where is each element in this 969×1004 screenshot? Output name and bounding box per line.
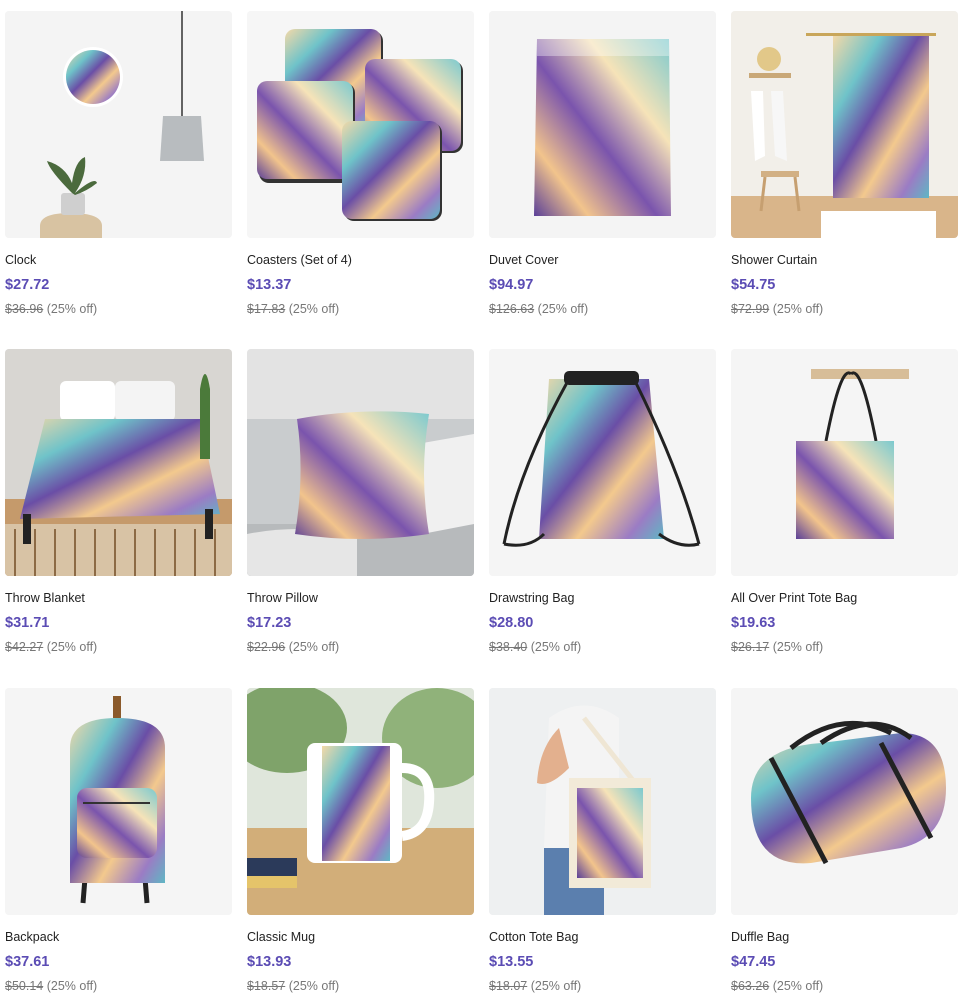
product-price: $54.75: [731, 277, 776, 293]
original-price-row: $17.83 (25% off): [247, 301, 474, 317]
original-price: $50.14: [5, 979, 44, 993]
shower-curtain-illustration: [731, 11, 958, 238]
product-title[interactable]: Cotton Tote Bag: [489, 929, 716, 945]
backpack-illustration: [5, 688, 232, 915]
product-title[interactable]: Backpack: [5, 929, 232, 945]
original-price: $26.17: [731, 640, 770, 654]
product-price: $13.55: [489, 954, 534, 970]
duffle-bag-illustration: [731, 688, 958, 915]
original-price-row: $26.17 (25% off): [731, 639, 958, 655]
product-title[interactable]: Shower Curtain: [731, 252, 958, 268]
original-price-row: $72.99 (25% off): [731, 301, 958, 317]
tote-bag-product-image[interactable]: [731, 349, 958, 576]
duvet-illustration: [489, 11, 716, 238]
discount-label: (25% off): [772, 302, 824, 316]
mug-illustration: [247, 688, 474, 915]
original-price-row: $22.96 (25% off): [247, 639, 474, 655]
original-price: $36.96: [5, 302, 44, 316]
original-price-row: $126.63 (25% off): [489, 301, 716, 317]
product-price: $13.37: [247, 277, 292, 293]
mug-product-image[interactable]: [247, 688, 474, 915]
product-title[interactable]: Clock: [5, 252, 232, 268]
product-card-clock[interactable]: Clock $27.72 $36.96 (25% off): [5, 11, 232, 317]
discount-label: (25% off): [772, 979, 824, 993]
throw-blanket-illustration: [5, 349, 232, 576]
original-price: $42.27: [5, 640, 44, 654]
tote-bag-illustration: [731, 349, 958, 576]
throw-blanket-product-image[interactable]: [5, 349, 232, 576]
discount-label: (25% off): [46, 979, 98, 993]
product-title[interactable]: Classic Mug: [247, 929, 474, 945]
product-title[interactable]: Drawstring Bag: [489, 590, 716, 606]
product-price: $13.93: [247, 954, 292, 970]
coasters-product-image[interactable]: [247, 11, 474, 238]
product-card-coasters[interactable]: Coasters (Set of 4) $13.37 $17.83 (25% o…: [247, 11, 474, 317]
product-price: $28.80: [489, 615, 534, 631]
product-price: $37.61: [5, 954, 50, 970]
product-card-mug[interactable]: Classic Mug $13.93 $18.57 (25% off): [247, 688, 474, 994]
original-price: $18.07: [489, 979, 528, 993]
duffle-bag-product-image[interactable]: [731, 688, 958, 915]
original-price-row: $18.07 (25% off): [489, 978, 716, 994]
original-price-row: $36.96 (25% off): [5, 301, 232, 317]
product-title[interactable]: Duffle Bag: [731, 929, 958, 945]
original-price: $63.26: [731, 979, 770, 993]
product-price: $31.71: [5, 615, 50, 631]
product-title[interactable]: Duvet Cover: [489, 252, 716, 268]
discount-label: (25% off): [537, 302, 589, 316]
product-card-duvet[interactable]: Duvet Cover $94.97 $126.63 (25% off): [489, 11, 716, 317]
original-price-row: $18.57 (25% off): [247, 978, 474, 994]
clock-illustration: [5, 11, 232, 238]
product-price: $17.23: [247, 615, 292, 631]
cotton-tote-illustration: [489, 688, 716, 915]
drawstring-bag-product-image[interactable]: [489, 349, 716, 576]
product-price: $47.45: [731, 954, 776, 970]
product-card-duffle-bag[interactable]: Duffle Bag $47.45 $63.26 (25% off): [731, 688, 958, 994]
product-card-shower-curtain[interactable]: Shower Curtain $54.75 $72.99 (25% off): [731, 11, 958, 317]
shower-curtain-product-image[interactable]: [731, 11, 958, 238]
discount-label: (25% off): [530, 640, 582, 654]
duvet-product-image[interactable]: [489, 11, 716, 238]
original-price: $72.99: [731, 302, 770, 316]
original-price: $18.57: [247, 979, 286, 993]
discount-label: (25% off): [46, 302, 98, 316]
coasters-illustration: [247, 11, 474, 238]
throw-pillow-product-image[interactable]: [247, 349, 474, 576]
product-title[interactable]: Throw Pillow: [247, 590, 474, 606]
discount-label: (25% off): [772, 640, 824, 654]
original-price-row: $50.14 (25% off): [5, 978, 232, 994]
discount-label: (25% off): [288, 640, 340, 654]
original-price: $38.40: [489, 640, 528, 654]
discount-label: (25% off): [288, 979, 340, 993]
original-price-row: $42.27 (25% off): [5, 639, 232, 655]
product-title[interactable]: Throw Blanket: [5, 590, 232, 606]
throw-pillow-illustration: [247, 349, 474, 576]
discount-label: (25% off): [46, 640, 98, 654]
discount-label: (25% off): [288, 302, 340, 316]
product-card-drawstring-bag[interactable]: Drawstring Bag $28.80 $38.40 (25% off): [489, 349, 716, 655]
original-price: $22.96: [247, 640, 286, 654]
product-price: $94.97: [489, 277, 534, 293]
product-card-cotton-tote[interactable]: Cotton Tote Bag $13.55 $18.07 (25% off): [489, 688, 716, 994]
product-price: $19.63: [731, 615, 776, 631]
product-card-throw-blanket[interactable]: Throw Blanket $31.71 $42.27 (25% off): [5, 349, 232, 655]
original-price: $126.63: [489, 302, 535, 316]
product-card-tote-bag[interactable]: All Over Print Tote Bag $19.63 $26.17 (2…: [731, 349, 958, 655]
product-title[interactable]: All Over Print Tote Bag: [731, 590, 958, 606]
original-price-row: $63.26 (25% off): [731, 978, 958, 994]
original-price: $17.83: [247, 302, 286, 316]
product-title[interactable]: Coasters (Set of 4): [247, 252, 474, 268]
drawstring-bag-illustration: [489, 349, 716, 576]
clock-product-image[interactable]: [5, 11, 232, 238]
product-card-backpack[interactable]: Backpack $37.61 $50.14 (25% off): [5, 688, 232, 994]
discount-label: (25% off): [530, 979, 582, 993]
product-price: $27.72: [5, 277, 50, 293]
backpack-product-image[interactable]: [5, 688, 232, 915]
original-price-row: $38.40 (25% off): [489, 639, 716, 655]
cotton-tote-product-image[interactable]: [489, 688, 716, 915]
product-card-throw-pillow[interactable]: Throw Pillow $17.23 $22.96 (25% off): [247, 349, 474, 655]
